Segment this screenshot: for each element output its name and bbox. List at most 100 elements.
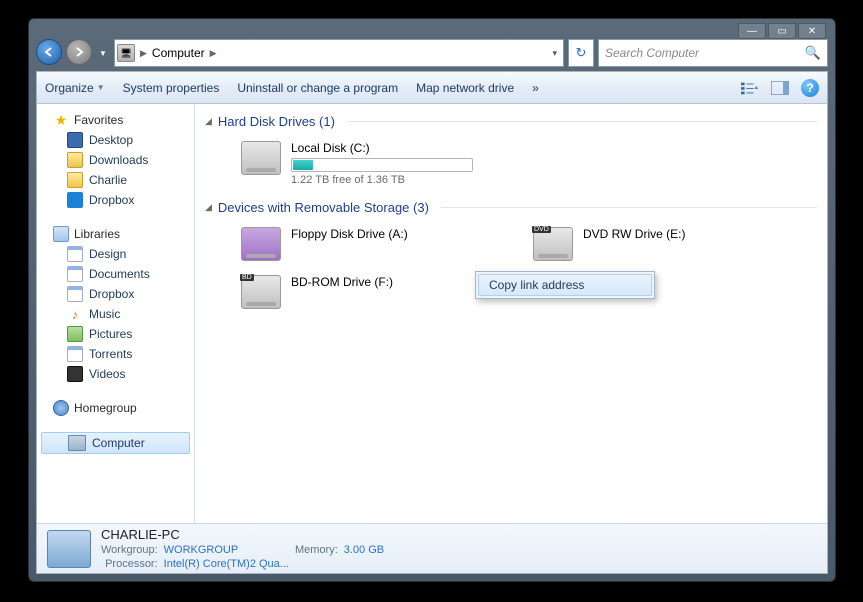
drive-dvd-e[interactable]: DVD DVD RW Drive (E:): [533, 223, 813, 271]
address-bar[interactable]: 🖥 ▶ Computer ▶ ▾: [114, 39, 564, 67]
section-label: Devices with Removable Storage (3): [218, 200, 429, 215]
collapse-icon: ◢: [205, 116, 212, 127]
library-icon: [67, 266, 83, 282]
command-bar: Organize ▼ System properties Uninstall o…: [37, 72, 827, 104]
title-bar: — ▭ ✕: [36, 23, 828, 37]
details-memory-label: Memory:: [295, 544, 338, 556]
close-button[interactable]: ✕: [798, 23, 826, 39]
libraries-icon: [53, 226, 69, 242]
navigation-row: ▼ 🖥 ▶ Computer ▶ ▾ ↻ Search Computer 🔍: [36, 39, 828, 67]
forward-button[interactable]: [66, 39, 92, 65]
breadcrumb-computer[interactable]: Computer: [152, 46, 205, 60]
details-pane: CHARLIE-PC Workgroup: WORKGROUP Memory: …: [37, 523, 827, 573]
view-options-button[interactable]: [741, 80, 759, 96]
back-button[interactable]: [36, 39, 62, 65]
sidebar-item-dropbox-lib[interactable]: Dropbox: [37, 284, 194, 304]
library-icon: [67, 286, 83, 302]
organize-label: Organize: [45, 81, 94, 95]
computer-icon: 🖥: [117, 44, 135, 62]
sidebar-label: Pictures: [89, 327, 132, 341]
bd-drive-icon: BD: [241, 275, 281, 309]
music-icon: ♪: [67, 306, 83, 322]
chevron-down-icon: ▼: [97, 83, 105, 92]
search-icon: 🔍: [805, 45, 821, 61]
sidebar-label: Documents: [89, 267, 150, 281]
breadcrumb-separator-icon[interactable]: ▶: [208, 48, 219, 59]
sidebar-label: Dropbox: [89, 193, 134, 207]
sidebar-item-music[interactable]: ♪Music: [37, 304, 194, 324]
context-menu: Copy link address: [475, 271, 655, 299]
sidebar-label: Dropbox: [89, 287, 134, 301]
sidebar-item-charlie[interactable]: Charlie: [37, 170, 194, 190]
drive-floppy-a[interactable]: Floppy Disk Drive (A:): [241, 223, 521, 271]
videos-icon: [67, 366, 83, 382]
sidebar-item-desktop[interactable]: Desktop: [37, 130, 194, 150]
floppy-icon: [241, 227, 281, 261]
navigation-pane: ★ Favorites Desktop Downloads Charlie Dr…: [37, 104, 195, 523]
details-workgroup: WORKGROUP: [164, 544, 289, 556]
breadcrumb-separator-icon: ▶: [138, 48, 149, 59]
drive-name: Floppy Disk Drive (A:): [291, 227, 408, 241]
sidebar-item-design[interactable]: Design: [37, 244, 194, 264]
divider: [441, 207, 817, 208]
help-button[interactable]: ?: [801, 79, 819, 97]
uninstall-program-button[interactable]: Uninstall or change a program: [237, 81, 398, 95]
sidebar-homegroup[interactable]: Homegroup: [37, 398, 194, 418]
sidebar-item-dropbox[interactable]: Dropbox: [37, 190, 194, 210]
organize-menu[interactable]: Organize ▼: [45, 81, 105, 95]
divider: [347, 121, 817, 122]
search-input[interactable]: Search Computer 🔍: [598, 39, 828, 67]
details-memory: 3.00 GB: [344, 544, 384, 556]
sidebar-label: Design: [89, 247, 126, 261]
sidebar-item-downloads[interactable]: Downloads: [37, 150, 194, 170]
content-pane: ◢ Hard Disk Drives (1) Local Disk (C:) 1…: [195, 104, 827, 523]
details-workgroup-label: Workgroup:: [101, 544, 158, 556]
capacity-bar: [291, 158, 473, 172]
details-processor: Intel(R) Core(TM)2 Qua...: [164, 558, 289, 570]
search-placeholder: Search Computer: [605, 46, 699, 60]
address-dropdown-icon[interactable]: ▾: [548, 48, 561, 59]
details-computer-name: CHARLIE-PC: [101, 527, 384, 542]
sidebar-label: Desktop: [89, 133, 133, 147]
dropbox-icon: [67, 192, 83, 208]
sidebar-label: Charlie: [89, 173, 127, 187]
map-network-drive-button[interactable]: Map network drive: [416, 81, 514, 95]
hard-disk-icon: [241, 141, 281, 175]
context-copy-link-address[interactable]: Copy link address: [478, 274, 652, 296]
refresh-button[interactable]: ↻: [568, 39, 594, 67]
sidebar-item-computer[interactable]: Computer: [41, 432, 190, 454]
libraries-label: Libraries: [74, 227, 120, 241]
sidebar-label: Computer: [92, 436, 145, 450]
preview-pane-button[interactable]: [771, 80, 789, 96]
nav-history-dropdown[interactable]: ▼: [96, 39, 110, 67]
computer-icon: [68, 435, 86, 451]
sidebar-libraries[interactable]: Libraries: [37, 224, 194, 244]
folder-icon: [67, 152, 83, 168]
sidebar-item-torrents[interactable]: Torrents: [37, 344, 194, 364]
sidebar-item-videos[interactable]: Videos: [37, 364, 194, 384]
homegroup-icon: [53, 400, 69, 416]
sidebar-favorites[interactable]: ★ Favorites: [37, 110, 194, 130]
sidebar-item-pictures[interactable]: Pictures: [37, 324, 194, 344]
sidebar-label: Videos: [89, 367, 125, 381]
sidebar-label: Torrents: [89, 347, 132, 361]
toolbar-overflow[interactable]: »: [532, 81, 539, 95]
minimize-button[interactable]: —: [738, 23, 766, 39]
pictures-icon: [67, 326, 83, 342]
library-icon: [67, 346, 83, 362]
sidebar-item-documents[interactable]: Documents: [37, 264, 194, 284]
section-label: Hard Disk Drives (1): [218, 114, 335, 129]
drive-name: BD-ROM Drive (F:): [291, 275, 393, 289]
system-properties-button[interactable]: System properties: [123, 81, 220, 95]
maximize-button[interactable]: ▭: [768, 23, 796, 39]
library-icon: [67, 246, 83, 262]
collapse-icon: ◢: [205, 202, 212, 213]
section-hard-disk-drives[interactable]: ◢ Hard Disk Drives (1): [205, 114, 817, 129]
bd-tag: BD: [240, 274, 254, 281]
section-removable-storage[interactable]: ◢ Devices with Removable Storage (3): [205, 200, 817, 215]
favorites-label: Favorites: [74, 113, 123, 127]
drive-name: DVD RW Drive (E:): [583, 227, 685, 241]
sidebar-label: Downloads: [89, 153, 148, 167]
desktop-icon: [67, 132, 83, 148]
drive-local-c[interactable]: Local Disk (C:) 1.22 TB free of 1.36 TB: [205, 137, 485, 196]
